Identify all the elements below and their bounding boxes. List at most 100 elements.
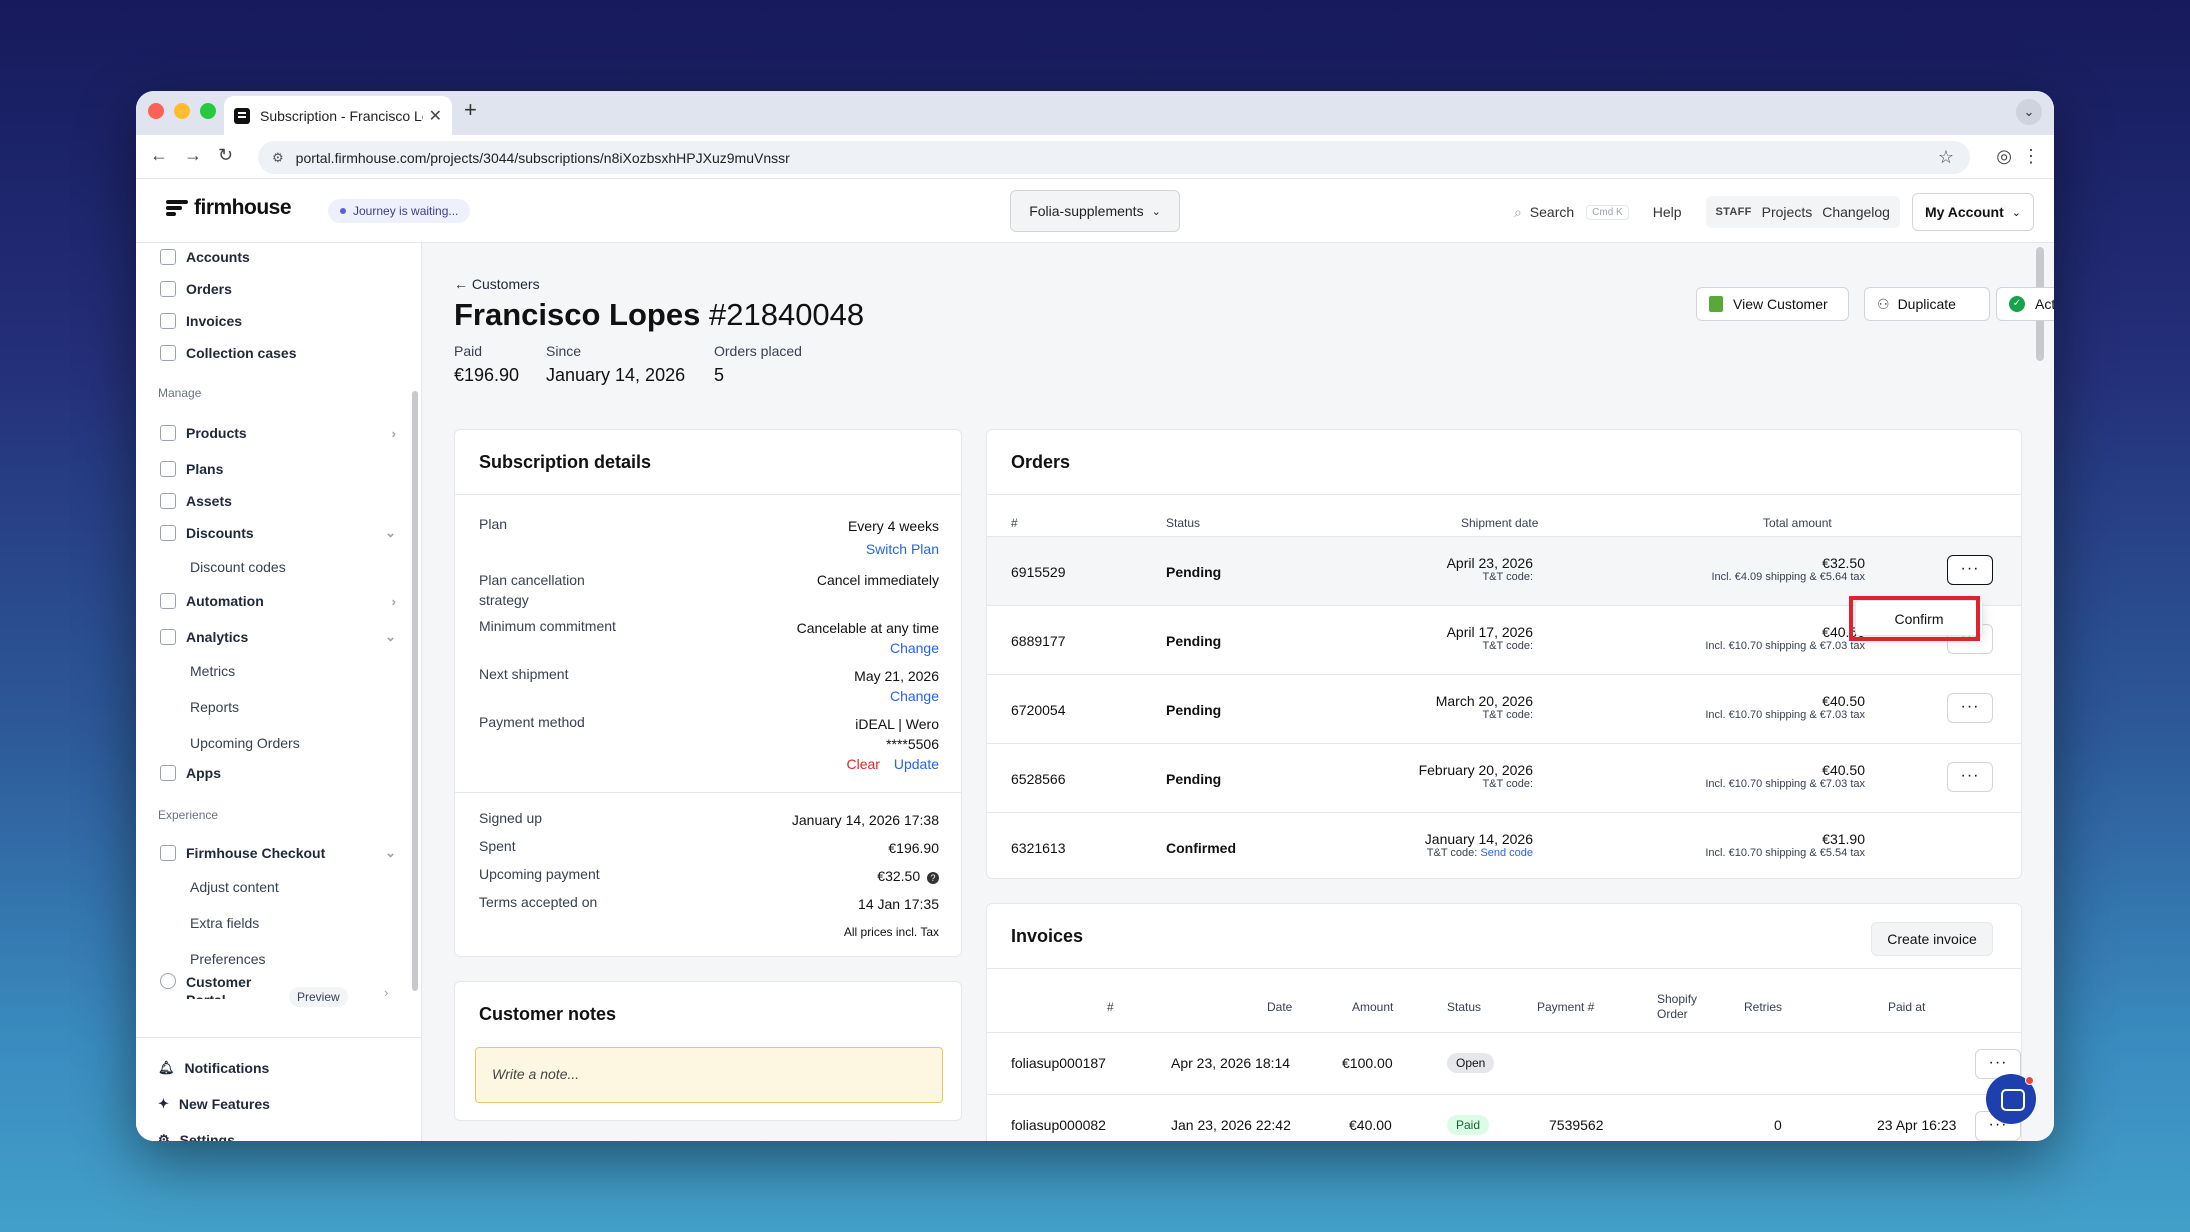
new-tab-icon[interactable]: + xyxy=(464,97,477,123)
table-row[interactable]: 6528566 Pending February 20, 2026 T&T co… xyxy=(987,743,2021,812)
create-invoice-button[interactable]: Create invoice xyxy=(1871,922,1993,956)
sidebar-item-label: Plans xyxy=(186,461,224,477)
sidebar-item-customer-portal[interactable]: Customer Portal xyxy=(160,973,396,999)
status-badge: Paid xyxy=(1447,1115,1490,1135)
project-name: Folia-supplements xyxy=(1029,203,1144,219)
sidebar-item-notifications[interactable]: 🔔︎ Notifications xyxy=(158,1060,394,1076)
my-account-button[interactable]: My Account ⌄ xyxy=(1911,193,2034,231)
close-tab-icon[interactable]: ✕ xyxy=(429,106,442,126)
stat-value: 5 xyxy=(714,365,725,385)
sidebar-item-analytics[interactable]: Analytics ⌄ xyxy=(160,629,396,645)
payment-number[interactable]: 7539562 xyxy=(1549,1117,1604,1133)
sidebar-item-collection-cases[interactable]: Collection cases xyxy=(160,345,396,361)
order-id[interactable]: 6321613 xyxy=(1011,840,1066,856)
sidebar-item-metrics[interactable]: Metrics xyxy=(190,663,235,679)
journey-status-badge[interactable]: Journey is waiting... xyxy=(328,199,471,223)
column-header: # xyxy=(1107,1000,1114,1014)
invoice-status: Paid xyxy=(1447,1115,1490,1135)
sidebar-item-firmhouse-checkout[interactable]: Firmhouse Checkout ⌄ xyxy=(160,845,396,861)
order-id[interactable]: 6720054 xyxy=(1011,702,1066,718)
payment-method-value: iDEAL | Wero xyxy=(855,716,939,732)
status-activated-dropdown[interactable]: ✓ Activated ⌄ xyxy=(1996,287,2054,321)
address-bar[interactable]: ⚙ portal.firmhouse.com/projects/3044/sub… xyxy=(258,141,1970,174)
sidebar-item-reports[interactable]: Reports xyxy=(190,699,239,715)
sidebar-item-plans[interactable]: Plans xyxy=(160,461,396,477)
table-row[interactable]: 6720054 Pending March 20, 2026 T&T code:… xyxy=(987,674,2021,743)
forward-arrow-icon[interactable]: → xyxy=(184,145,202,166)
sidebar-item-products[interactable]: Products › xyxy=(160,425,396,441)
firmhouse-logo[interactable]: firmhouse xyxy=(166,196,292,220)
tt-code-label: T&T code: xyxy=(1482,778,1533,790)
sidebar-item-automation[interactable]: Automation › xyxy=(160,593,396,609)
project-selector[interactable]: Folia-supplements ⌄ xyxy=(1010,190,1180,232)
sidebar-item-apps[interactable]: Apps xyxy=(160,765,396,781)
sidebar-item-assets[interactable]: Assets xyxy=(160,493,396,509)
sidebar-item-discount-codes[interactable]: Discount codes xyxy=(190,559,286,575)
order-id[interactable]: 6915529 xyxy=(1011,564,1066,580)
site-info-icon[interactable]: ⚙ xyxy=(272,150,284,166)
chevron-down-icon: ⌄ xyxy=(385,525,396,540)
sidebar-item-upcoming-orders[interactable]: Upcoming Orders xyxy=(190,735,300,751)
sidebar-item-new-features[interactable]: ✦ New Features xyxy=(158,1096,394,1112)
tab-list-chevron-icon[interactable]: ⌄ xyxy=(2016,99,2042,125)
order-actions-button[interactable]: ··· xyxy=(1947,555,1993,585)
sidebar-item-invoices[interactable]: Invoices xyxy=(160,313,396,329)
reload-icon[interactable]: ↻ xyxy=(218,145,233,166)
browser-tab[interactable]: Subscription - Francisco Lopes ✕ xyxy=(224,96,452,135)
list-icon xyxy=(160,461,176,477)
bookmark-star-icon[interactable]: ☆ xyxy=(1938,147,1954,168)
view-customer-button[interactable]: View Customer xyxy=(1696,287,1849,321)
update-payment-link[interactable]: Update xyxy=(894,756,939,772)
search-button[interactable]: ⌕ Search Cmd K xyxy=(1504,195,1639,229)
close-window-button[interactable] xyxy=(148,103,164,119)
order-id[interactable]: 6528566 xyxy=(1011,771,1066,787)
total-amount: €31.90 xyxy=(1822,831,1865,847)
column-header: Amount xyxy=(1352,1000,1394,1014)
chart-icon xyxy=(160,629,176,645)
sidebar-item-discounts[interactable]: Discounts ⌄ xyxy=(160,525,396,541)
browser-menu-icon[interactable]: ⋮ xyxy=(2022,146,2040,167)
invoice-status: Open xyxy=(1447,1053,1495,1073)
breadcrumb[interactable]: ← Customers xyxy=(454,276,540,292)
paid-at: 23 Apr 16:23 xyxy=(1877,1117,1957,1133)
sidebar-item-accounts[interactable]: Accounts xyxy=(160,249,396,265)
stat-value: January 14, 2026 xyxy=(546,365,686,385)
change-shipment-link[interactable]: Change xyxy=(854,686,939,706)
help-link[interactable]: Help xyxy=(1653,204,1682,220)
column-header: Status xyxy=(1447,1000,1482,1014)
question-icon[interactable]: ? xyxy=(927,872,939,884)
changelog-link[interactable]: Changelog xyxy=(1822,204,1890,220)
order-actions-button[interactable]: ··· xyxy=(1947,762,1993,792)
sidebar-item-orders[interactable]: Orders xyxy=(160,281,396,297)
profile-icon[interactable]: ◎ xyxy=(1996,146,2012,167)
sidebar-item-settings[interactable]: ⚙ Settings xyxy=(158,1132,394,1141)
table-row[interactable]: 6321613 Confirmed January 14, 2026 T&T c… xyxy=(987,812,2021,881)
minimize-window-button[interactable] xyxy=(174,103,190,119)
maximize-window-button[interactable] xyxy=(200,103,216,119)
back-arrow-icon[interactable]: ← xyxy=(150,145,168,166)
invoice-id[interactable]: foliasup000187 xyxy=(1011,1055,1106,1071)
column-header: Date xyxy=(1267,1000,1293,1014)
send-code-link[interactable]: Send code xyxy=(1480,847,1533,859)
sidebar-item-adjust-content[interactable]: Adjust content xyxy=(190,879,279,895)
table-row[interactable]: foliasup000082 Jan 23, 2026 22:42 €40.00… xyxy=(987,1094,2021,1141)
note-input[interactable]: Write a note... xyxy=(475,1047,943,1103)
projects-link[interactable]: Projects xyxy=(1762,204,1813,220)
sidebar-scrollbar[interactable] xyxy=(412,391,418,991)
table-row[interactable]: foliasup000187 Apr 23, 2026 18:14 €100.0… xyxy=(987,1032,2021,1094)
table-row[interactable]: 6915529 Pending April 23, 2026 T&T code:… xyxy=(987,536,2021,605)
sidebar-item-preferences[interactable]: Preferences xyxy=(190,951,265,967)
copy-icon xyxy=(160,345,176,361)
order-id[interactable]: 6889177 xyxy=(1011,633,1066,649)
firmhouse-favicon-icon xyxy=(234,107,250,124)
clear-payment-link[interactable]: Clear xyxy=(846,756,879,772)
duplicate-button[interactable]: ⚇ Duplicate xyxy=(1864,287,1990,321)
switch-plan-link[interactable]: Switch Plan xyxy=(848,539,939,559)
chat-widget-button[interactable] xyxy=(1986,1074,2036,1124)
invoice-id[interactable]: foliasup000082 xyxy=(1011,1117,1106,1133)
sidebar-item-extra-fields[interactable]: Extra fields xyxy=(190,915,259,931)
chevron-right-icon: › xyxy=(391,425,396,441)
column-header: Shipment date xyxy=(1461,516,1539,530)
change-commitment-link[interactable]: Change xyxy=(797,638,939,658)
order-actions-button[interactable]: ··· xyxy=(1947,693,1993,723)
